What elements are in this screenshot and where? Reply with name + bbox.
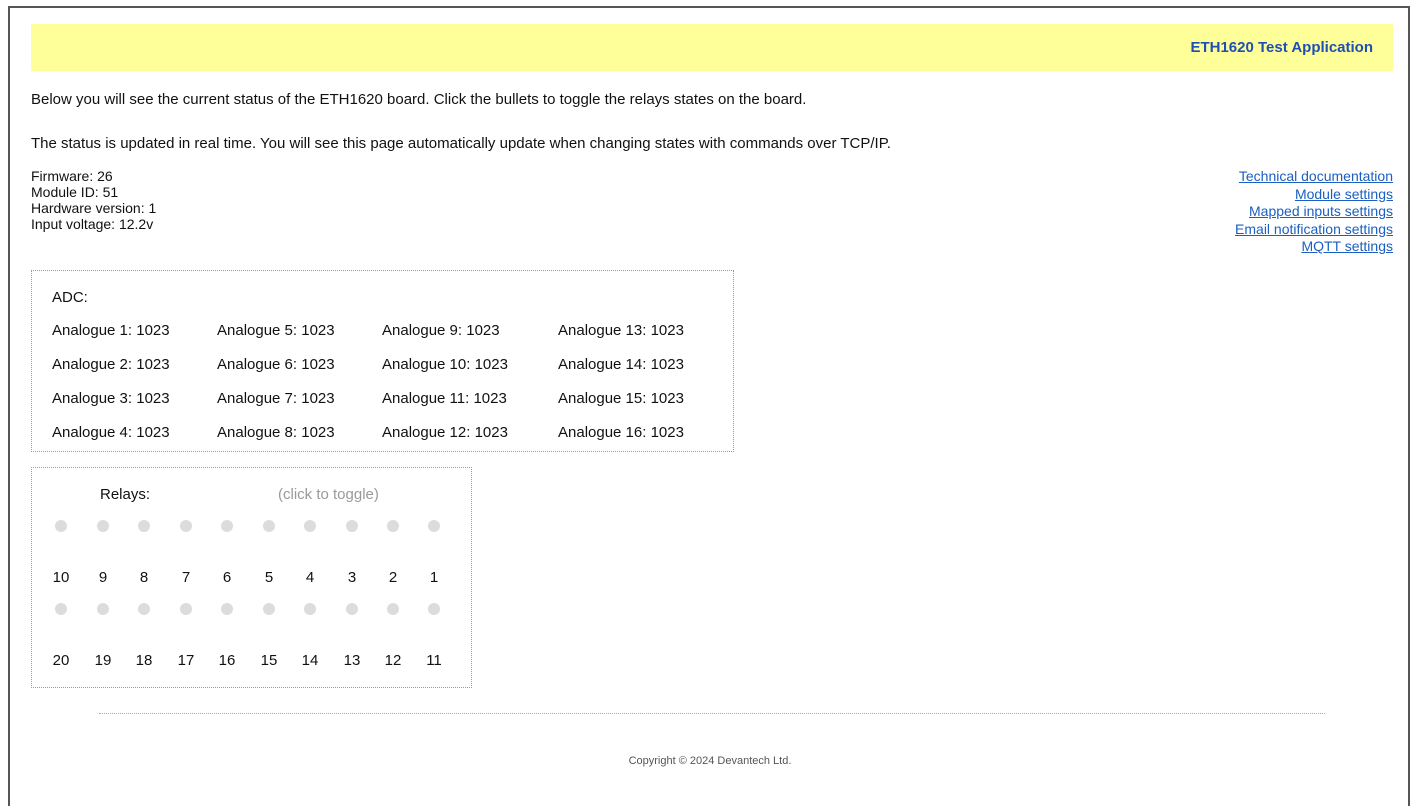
relay-7-toggle-bullet[interactable] <box>180 520 192 532</box>
relay-9-toggle-bullet[interactable] <box>97 520 109 532</box>
relay-14-toggle-bullet[interactable] <box>304 603 316 615</box>
adc-value: Analogue 3: 1023 <box>52 390 170 407</box>
relay-number-label: 9 <box>98 569 108 586</box>
relay-19-toggle-bullet[interactable] <box>97 603 109 615</box>
header-bar: ETH1620 Test Application <box>31 24 1393 71</box>
relay-12-toggle-bullet[interactable] <box>387 603 399 615</box>
mapped-inputs-settings-link[interactable]: Mapped inputs settings <box>1235 203 1393 221</box>
relay-15-toggle-bullet[interactable] <box>263 603 275 615</box>
relay-4-toggle-bullet[interactable] <box>304 520 316 532</box>
relay-number-label: 11 <box>426 652 442 669</box>
intro-text-line-2: The status is updated in real time. You … <box>31 135 891 152</box>
adc-panel: ADC: Analogue 1: 1023 Analogue 5: 1023 Ana… <box>31 270 734 452</box>
relay-number-label: 2 <box>388 569 398 586</box>
relay-6-toggle-bullet[interactable] <box>221 520 233 532</box>
relay-5-toggle-bullet[interactable] <box>263 520 275 532</box>
adc-value: Analogue 14: 1023 <box>558 356 684 373</box>
adc-value: Analogue 16: 1023 <box>558 424 684 441</box>
relay-number-label: 16 <box>218 652 236 669</box>
adc-value: Analogue 10: 1023 <box>382 356 508 373</box>
adc-value: Analogue 11: 1023 <box>382 390 507 407</box>
relay-number-label: 8 <box>139 569 149 586</box>
relay-number-label: 3 <box>347 569 357 586</box>
relay-number-label: 13 <box>343 652 361 669</box>
relay-number-label: 17 <box>177 652 195 669</box>
relay-8-toggle-bullet[interactable] <box>138 520 150 532</box>
relay-number-label: 14 <box>301 652 319 669</box>
relay-number-label: 12 <box>384 652 402 669</box>
adc-value: Analogue 4: 1023 <box>52 424 170 441</box>
module-id-label: Module ID: 51 <box>31 184 119 200</box>
technical-documentation-link[interactable]: Technical documentation <box>1235 168 1393 186</box>
adc-value: Analogue 8: 1023 <box>217 424 335 441</box>
adc-value: Analogue 6: 1023 <box>217 356 335 373</box>
adc-value: Analogue 12: 1023 <box>382 424 508 441</box>
relay-number-label: 20 <box>52 652 70 669</box>
adc-title: ADC: <box>52 289 88 306</box>
relays-hint: (click to toggle) <box>278 486 379 503</box>
adc-value: Analogue 15: 1023 <box>558 390 684 407</box>
relay-number-label: 15 <box>260 652 278 669</box>
relay-number-label: 4 <box>305 569 315 586</box>
email-notification-settings-link[interactable]: Email notification settings <box>1235 221 1393 239</box>
relay-16-toggle-bullet[interactable] <box>221 603 233 615</box>
app-title: ETH1620 Test Application <box>1190 39 1373 56</box>
relay-2-toggle-bullet[interactable] <box>387 520 399 532</box>
board-info: Firmware: 26 Module ID: 51 Hardware vers… <box>31 168 156 232</box>
copyright-text: Copyright © 2024 Devantech Ltd. <box>628 755 792 767</box>
relays-panel: Relays: (click to toggle) 10 9 8 7 6 5 4 3 2 1 20 1… <box>31 467 472 688</box>
relay-3-toggle-bullet[interactable] <box>346 520 358 532</box>
relay-11-toggle-bullet[interactable] <box>428 603 440 615</box>
relay-number-label: 1 <box>429 569 439 586</box>
relay-number-label: 6 <box>222 569 232 586</box>
adc-value: Analogue 7: 1023 <box>217 390 335 407</box>
firmware-label: Firmware: 26 <box>31 168 113 184</box>
relay-13-toggle-bullet[interactable] <box>346 603 358 615</box>
relay-number-label: 7 <box>181 569 191 586</box>
relay-1-toggle-bullet[interactable] <box>428 520 440 532</box>
adc-value: Analogue 1: 1023 <box>52 322 170 339</box>
footer-divider <box>99 713 1325 714</box>
adc-value: Analogue 13: 1023 <box>558 322 684 339</box>
hardware-version-label: Hardware version: 1 <box>31 200 157 216</box>
adc-value: Analogue 5: 1023 <box>217 322 335 339</box>
relay-number-label: 5 <box>264 569 274 586</box>
relay-17-toggle-bullet[interactable] <box>180 603 192 615</box>
input-voltage-label: Input voltage: 12.2v <box>31 216 154 232</box>
settings-links: Technical documentation Module settings … <box>1235 168 1393 256</box>
relay-10-toggle-bullet[interactable] <box>55 520 67 532</box>
relay-20-toggle-bullet[interactable] <box>55 603 67 615</box>
relay-number-label: 18 <box>135 652 153 669</box>
relay-18-toggle-bullet[interactable] <box>138 603 150 615</box>
mqtt-settings-link[interactable]: MQTT settings <box>1235 238 1393 256</box>
module-settings-link[interactable]: Module settings <box>1235 186 1393 204</box>
adc-value: Analogue 9: 1023 <box>382 322 500 339</box>
intro-text-line-1: Below you will see the current status of… <box>31 91 807 108</box>
relay-number-label: 10 <box>52 569 70 586</box>
relays-title: Relays: <box>100 486 151 503</box>
adc-value: Analogue 2: 1023 <box>52 356 170 373</box>
relay-number-label: 19 <box>94 652 112 669</box>
